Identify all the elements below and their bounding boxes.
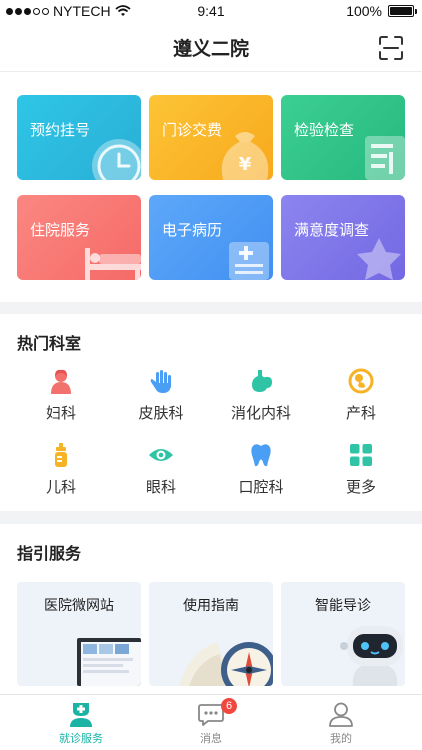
grid-icon — [350, 444, 372, 466]
service-label: 门诊交费 — [162, 121, 223, 139]
dept-stomatology[interactable]: 口腔科 — [216, 442, 306, 497]
nav-bar: 遵义二院 — [0, 22, 422, 72]
medical-record-icon — [229, 242, 269, 280]
dept-label: 产科 — [345, 404, 376, 422]
page-title: 遵义二院 — [172, 38, 249, 60]
star-icon — [357, 238, 401, 280]
laptop-icon — [77, 638, 141, 686]
svg-text:¥: ¥ — [239, 154, 252, 175]
dept-label: 皮肤科 — [138, 404, 184, 422]
guide-card-microsite[interactable]: 医院微网站 — [17, 582, 141, 686]
dept-ophthalmology[interactable]: 眼科 — [116, 442, 206, 497]
service-label: 电子病历 — [162, 221, 223, 239]
service-label: 检验检查 — [294, 121, 355, 139]
service-tile-appointment[interactable]: 预约挂号 — [17, 95, 141, 180]
battery-icon — [388, 5, 417, 17]
compass-icon — [179, 642, 273, 686]
baby-bottle-icon — [55, 443, 67, 467]
departments-section: 热门科室 妇科 皮肤科 消化内科 产科 儿科 眼科 口腔科 更多 — [0, 314, 422, 511]
status-bar: NYTECH 9:41 100% — [0, 0, 422, 22]
guidance-section: 指引服务 医院微网站 使用指南 智能导诊 — [0, 524, 422, 694]
dept-obstetrics[interactable]: 产科 — [316, 368, 406, 423]
dept-more[interactable]: 更多 — [316, 442, 406, 497]
service-tile-medical-record[interactable]: 电子病历 — [149, 195, 273, 280]
tab-label: 我的 — [330, 732, 352, 745]
dept-pediatrics[interactable]: 儿科 — [16, 442, 106, 497]
dept-gastroenterology[interactable]: 消化内科 — [216, 368, 306, 423]
message-badge: 6 — [221, 698, 237, 714]
tab-messages[interactable]: 6 消息 — [161, 698, 261, 746]
eye-icon — [149, 449, 173, 461]
battery-group: 100% — [346, 3, 417, 19]
tab-bar: 就诊服务 6 消息 我的 — [0, 694, 422, 750]
dept-label: 妇科 — [45, 404, 76, 422]
stomach-icon — [252, 370, 272, 392]
dept-label: 更多 — [345, 478, 376, 496]
clock-icon — [92, 139, 141, 180]
service-tile-lab-tests[interactable]: 检验检查 — [281, 95, 405, 180]
guide-card-smart-triage[interactable]: 智能导诊 — [281, 582, 405, 686]
dept-label: 口腔科 — [238, 478, 284, 496]
dept-label: 消化内科 — [230, 404, 291, 422]
woman-icon — [51, 369, 71, 394]
hospital-bed-icon — [85, 248, 141, 280]
money-bag-icon: ¥ — [221, 132, 269, 180]
tab-label: 消息 — [200, 732, 222, 745]
tab-label: 就诊服务 — [59, 732, 103, 745]
tab-profile[interactable]: 我的 — [291, 701, 391, 746]
service-tile-inpatient[interactable]: 住院服务 — [17, 195, 141, 280]
tooth-icon — [251, 444, 271, 467]
service-tile-payment[interactable]: 门诊交费 ¥ — [149, 95, 273, 180]
report-icon — [365, 136, 405, 180]
doctor-icon — [70, 703, 92, 727]
service-tile-satisfaction[interactable]: 满意度调查 — [281, 195, 405, 280]
dept-dermatology[interactable]: 皮肤科 — [116, 368, 206, 423]
person-icon — [329, 702, 353, 727]
service-label: 住院服务 — [30, 221, 91, 239]
dept-gynecology[interactable]: 妇科 — [16, 368, 106, 423]
battery-percent: 100% — [346, 3, 382, 19]
guide-card-user-guide[interactable]: 使用指南 — [149, 582, 273, 686]
dept-label: 儿科 — [45, 478, 76, 496]
tab-consultation[interactable]: 就诊服务 — [31, 701, 131, 746]
section-title: 指引服务 — [17, 544, 82, 563]
main-services-panel: 预约挂号 门诊交费 ¥ 检验检查 住院服务 电子病历 满意度调查 — [0, 72, 422, 302]
fetus-icon — [348, 368, 374, 394]
dept-label: 眼科 — [145, 478, 176, 496]
hand-icon — [150, 370, 171, 393]
robot-icon — [340, 626, 403, 686]
scan-icon[interactable] — [378, 35, 404, 61]
section-title: 热门科室 — [17, 334, 82, 353]
